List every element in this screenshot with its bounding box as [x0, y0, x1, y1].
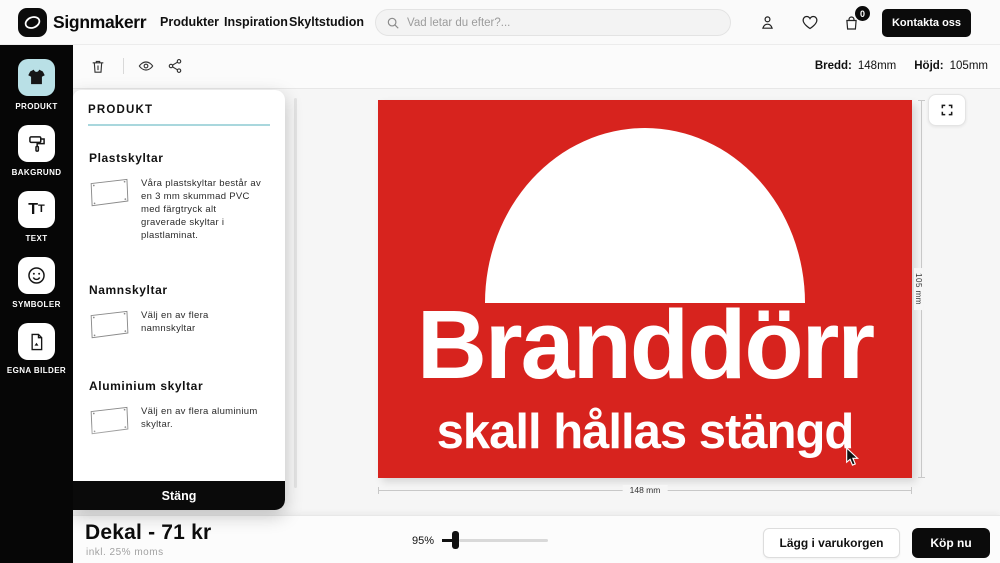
brand-name[interactable]: Signmakerr: [53, 12, 146, 33]
sidebar-item-text[interactable]: TT TEXT: [18, 191, 55, 243]
height-dimension-label: 105 mm: [914, 268, 923, 310]
sidebar-item-label: TEXT: [25, 234, 47, 243]
search-icon: [386, 16, 400, 30]
nav-link-skyltstudion[interactable]: Skyltstudion: [289, 15, 364, 29]
sign-dome-shape[interactable]: [485, 128, 805, 303]
share-icon[interactable]: [167, 58, 183, 74]
tools-sidebar: PRODUKT BAKGRUND TT TEXT SYMBOLER EGNA B…: [0, 45, 73, 563]
smiley-icon: [18, 257, 55, 294]
sign-text-line2[interactable]: skall hållas stängd: [378, 408, 912, 457]
zoom-slider[interactable]: [440, 530, 552, 550]
product-option-heading: Akryl skyltar: [89, 467, 269, 481]
vat-text: inkl. 25% moms: [86, 547, 164, 558]
account-icon[interactable]: [759, 14, 776, 31]
contact-button[interactable]: Kontakta oss: [882, 9, 971, 37]
favorites-heart-icon[interactable]: [801, 14, 819, 31]
image-file-icon: [18, 323, 55, 360]
product-option-aluminium[interactable]: Aluminium skyltar Välj en av flera alumi…: [73, 379, 285, 437]
sign-dimensions: Bredd: 148mm Höjd: 105mm: [815, 60, 988, 72]
sign-thumbnail-icon: [89, 177, 131, 243]
close-panel-button[interactable]: Stäng: [73, 481, 285, 510]
sidebar-item-label: EGNA BILDER: [7, 366, 66, 375]
sidebar-item-label: BAKGRUND: [12, 168, 62, 177]
sidebar-item-label: SYMBOLER: [12, 300, 61, 309]
height-value: 105mm: [950, 60, 988, 72]
tshirt-icon: [18, 59, 55, 96]
product-option-description: Våra plastskyltar består av en 3 mm skum…: [141, 177, 263, 243]
product-option-heading: Namnskyltar: [89, 283, 269, 297]
product-option-heading: Aluminium skyltar: [89, 379, 269, 393]
product-option-description: Välj en av flera aluminium skyltar.: [141, 405, 263, 437]
sidebar-item-bakgrund[interactable]: BAKGRUND: [12, 125, 62, 177]
product-option-plastskyltar[interactable]: Plastskyltar Våra plastskyltar består av…: [73, 151, 285, 243]
panel-title: PRODUKT: [88, 104, 270, 126]
product-option-namnskyltar[interactable]: Namnskyltar Välj en av flera namnskyltar: [73, 283, 285, 341]
height-label: Höjd:: [914, 60, 943, 72]
height-dimension-guide: 105 mm: [915, 100, 928, 478]
search-bar[interactable]: [375, 9, 731, 36]
mouse-cursor: [845, 448, 861, 467]
product-option-heading: Plastskyltar: [89, 151, 269, 165]
panel-scrollbar[interactable]: [294, 98, 297, 488]
sidebar-item-label: PRODUKT: [15, 102, 57, 111]
sidebar-item-produkt[interactable]: PRODUKT: [15, 59, 57, 111]
trash-icon[interactable]: [90, 58, 106, 75]
price-text: Dekal - 71 kr: [85, 521, 211, 545]
product-panel: PRODUKT Plastskyltar Våra plastskyltar b…: [73, 90, 285, 510]
bottom-bar: Dekal - 71 kr inkl. 25% moms 95% Lägg i …: [0, 515, 1000, 563]
add-to-cart-button[interactable]: Lägg i varukorgen: [763, 528, 900, 558]
preview-eye-icon[interactable]: [137, 58, 155, 74]
sign-thumbnail-icon: [89, 309, 131, 341]
cart-count-badge: 0: [855, 6, 870, 21]
search-input[interactable]: [407, 17, 720, 29]
fullscreen-button[interactable]: [928, 94, 966, 126]
brand-logo-icon[interactable]: [18, 8, 47, 37]
sidebar-item-symboler[interactable]: SYMBOLER: [12, 257, 61, 309]
width-value: 148mm: [858, 60, 896, 72]
width-label: Bredd:: [815, 60, 852, 72]
buy-now-button[interactable]: Köp nu: [912, 528, 990, 558]
text-icon-glyph-small: T: [38, 204, 45, 215]
sign-canvas[interactable]: Branddörr skall hållas stängd: [378, 100, 912, 478]
nav-link-inspiration[interactable]: Inspiration: [224, 15, 288, 29]
signmaker-app: Signmakerr Produkter Inspiration Skyltst…: [0, 0, 1000, 563]
zoom-percentage: 95%: [412, 535, 434, 547]
nav-link-produkter[interactable]: Produkter: [160, 15, 219, 29]
fullscreen-icon: [940, 103, 954, 117]
sign-thumbnail-icon: [89, 405, 131, 437]
zoom-slider-thumb[interactable]: [452, 531, 459, 549]
text-icon: TT: [18, 191, 55, 228]
text-icon-glyph-large: T: [28, 202, 38, 218]
paint-roller-icon: [18, 125, 55, 162]
zoom-slider-track[interactable]: [459, 539, 548, 542]
width-dimension-guide: 148 mm: [378, 484, 912, 497]
width-dimension-label: 148 mm: [623, 485, 668, 495]
sign-text-line1[interactable]: Branddörr: [378, 296, 912, 393]
top-navbar: Signmakerr Produkter Inspiration Skyltst…: [0, 0, 1000, 45]
sidebar-item-egna-bilder[interactable]: EGNA BILDER: [7, 323, 66, 375]
product-option-description: Välj en av flera namnskyltar: [141, 309, 263, 341]
toolbar-divider: [123, 58, 124, 74]
